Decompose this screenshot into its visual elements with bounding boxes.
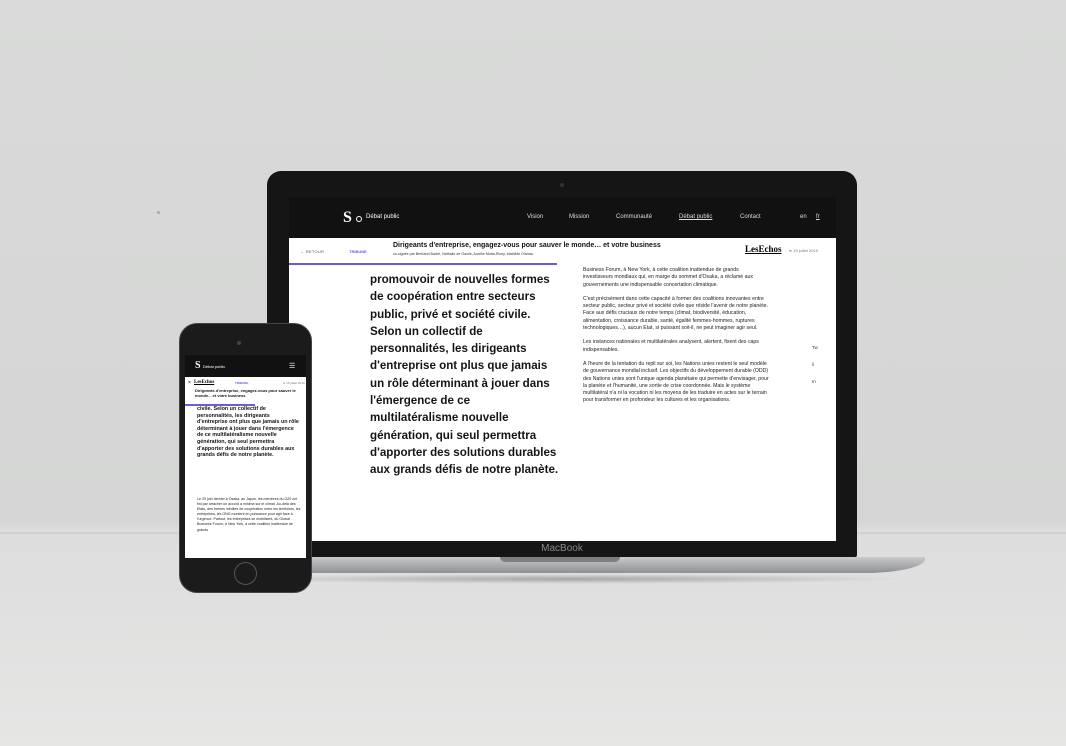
menu-icon[interactable]: ☰ xyxy=(289,362,295,370)
nav-item-mission[interactable]: Mission xyxy=(569,214,589,220)
phone-article-header: × LesEchos TRIBUNE le 15 juillet 2019 Di… xyxy=(185,377,306,405)
article-header: ← RETOUR TRIBUNE Dirigeants d'entreprise… xyxy=(289,238,836,264)
logo-dot-icon xyxy=(356,216,362,222)
article-tag: TRIBUNE xyxy=(349,249,367,254)
reading-progress-bar xyxy=(289,263,558,265)
paragraph: Les instances nationales et multilatéral… xyxy=(583,339,759,353)
site-section-label[interactable]: Débat public xyxy=(366,214,399,220)
pull-quote: promouvoir de nouvelles formes de coopér… xyxy=(370,273,559,477)
paragraph: A l'heure de la tentation du repli sur s… xyxy=(583,360,769,404)
wall-mark xyxy=(157,211,160,214)
close-icon[interactable]: × xyxy=(188,380,191,386)
phone-article-date: le 15 juillet 2019 xyxy=(283,381,305,385)
phone-article-title: Dirigeants d'entreprise, engagez-vous po… xyxy=(195,388,296,398)
phone-navigation: S Débat public ☰ xyxy=(185,355,306,377)
phone-site-logo[interactable]: S xyxy=(195,360,201,371)
nav-item-debat-public[interactable]: Débat public xyxy=(679,214,712,220)
laptop-brand-label: MacBook xyxy=(541,543,583,554)
paragraph: C'est précisément dans cette capacité à … xyxy=(583,295,768,332)
share-linkedin-link[interactable]: li xyxy=(812,362,814,367)
article-body: Business Forum, à New York, à cette coal… xyxy=(583,267,769,412)
nav-item-communaute[interactable]: Communauté xyxy=(616,214,652,220)
phone-screen: S Débat public ☰ × LesEchos TRIBUNE le 1… xyxy=(185,355,306,558)
back-link[interactable]: ← RETOUR xyxy=(300,249,324,254)
phone-site-section-label[interactable]: Débat public xyxy=(203,364,225,369)
lang-en-link[interactable]: en xyxy=(800,214,807,220)
share-in-link[interactable]: In xyxy=(812,379,816,384)
paragraph: Business Forum, à New York, à cette coal… xyxy=(583,267,753,288)
lang-fr-link[interactable]: fr xyxy=(816,214,820,220)
phone-article-tag: TRIBUNE xyxy=(235,381,249,385)
laptop: S Débat public Vision Mission Communauté… xyxy=(267,171,857,557)
article-signatories: co-signée par Bertrand Badré, Nathalie d… xyxy=(393,252,534,256)
laptop-screen: S Débat public Vision Mission Communauté… xyxy=(289,197,836,541)
article-date: le 15 juillet 2019 xyxy=(789,248,818,253)
article-title: Dirigeants d'entreprise, engagez-vous po… xyxy=(393,242,661,249)
laptop-notch xyxy=(500,557,620,562)
share-twitter-link[interactable]: Tw xyxy=(812,345,818,350)
smartphone: S Débat public ☰ × LesEchos TRIBUNE le 1… xyxy=(179,323,312,593)
home-button[interactable] xyxy=(234,562,257,585)
site-logo[interactable]: S xyxy=(343,209,352,227)
nav-item-contact[interactable]: Contact xyxy=(740,214,761,220)
phone-article-body: Le 29 juin dernier à Osaka, au Japon, le… xyxy=(197,497,301,532)
nav-item-vision[interactable]: Vision xyxy=(527,214,543,220)
source-logo[interactable]: LesEchos xyxy=(745,244,782,254)
phone-pull-quote: civile. Selon un collectif de personnali… xyxy=(197,406,299,459)
phone-camera-icon xyxy=(237,341,241,345)
top-navigation: S Débat public Vision Mission Communauté… xyxy=(289,197,836,238)
laptop-shadow xyxy=(230,574,910,584)
phone-source-logo[interactable]: LesEchos xyxy=(194,380,214,385)
camera-icon xyxy=(560,183,564,187)
